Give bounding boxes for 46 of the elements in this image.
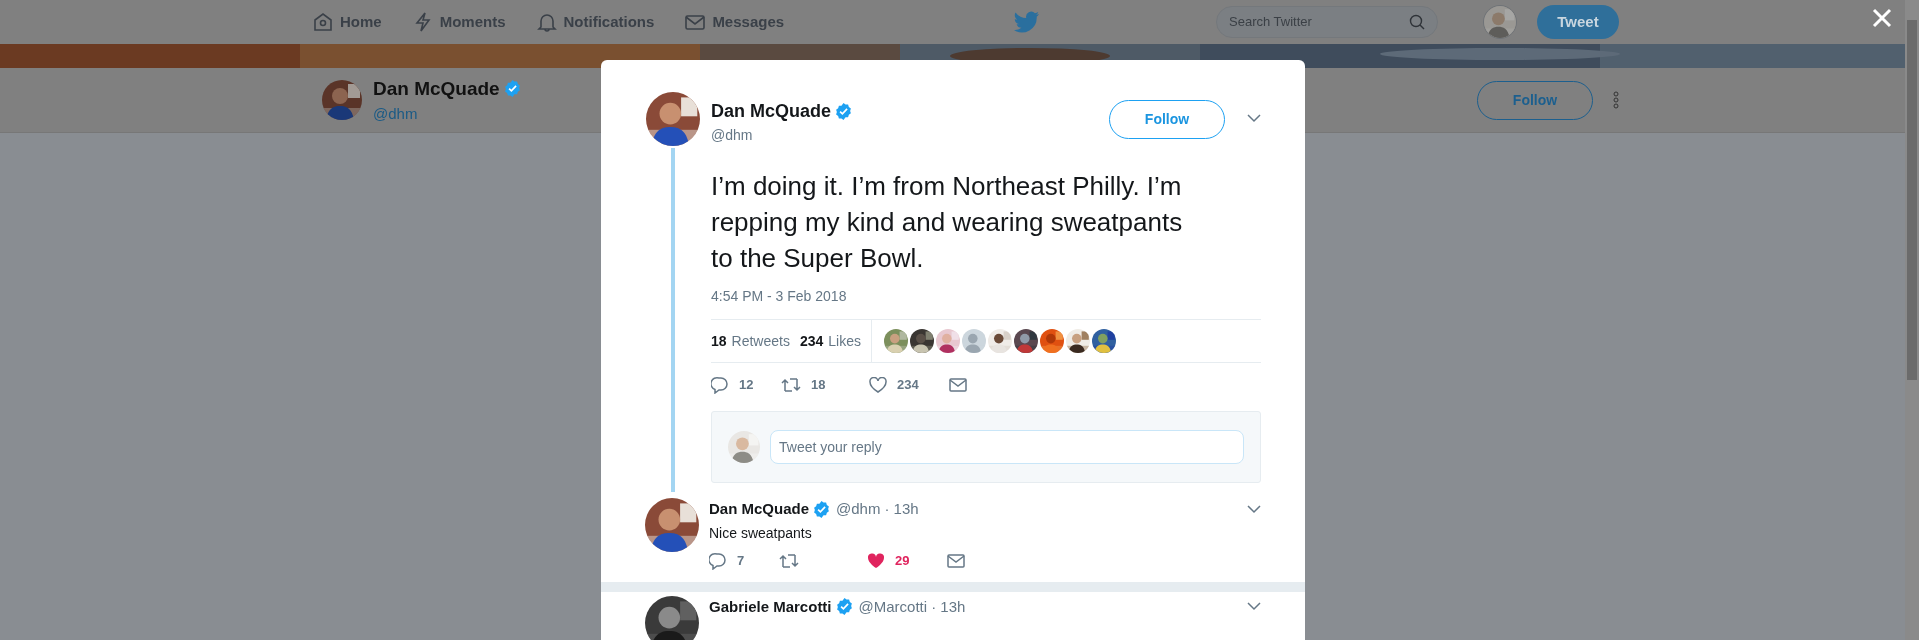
like-count[interactable]: 234 [897,375,919,395]
retweet-icon[interactable] [779,552,799,569]
stat-count[interactable]: 18 [711,330,727,352]
caret-icon[interactable] [1247,114,1261,123]
search-icon [1409,14,1425,30]
retweet-icon[interactable] [781,377,801,393]
envelope-icon[interactable] [949,378,967,392]
reply-icon[interactable] [709,551,727,570]
tweet-time[interactable]: · 13h [931,595,966,618]
caret-icon[interactable] [1247,504,1261,514]
heart-icon[interactable] [869,377,887,393]
reply-icon[interactable] [711,376,729,394]
nav-link[interactable]: Messages [684,10,785,34]
stat-count[interactable]: 234 [799,330,824,352]
tweet-time[interactable]: · 13h [884,498,919,521]
stat-label[interactable]: Retweets [731,330,790,352]
close-icon[interactable] [1872,8,1892,28]
search-field[interactable]: Search Twitter [1216,6,1438,38]
caret-icon[interactable] [1247,602,1261,612]
home-icon [312,11,334,33]
nav-link[interactable]: Moments [411,10,506,34]
retweet-count[interactable]: 18 [811,375,826,395]
envelope-icon[interactable] [947,553,965,568]
author-name[interactable]: Dan McQuade [709,498,810,521]
scrollbar[interactable] [1905,0,1919,640]
notifications-icon [535,11,558,33]
profile-name[interactable]: Dan McQuade [373,74,500,103]
more-icon[interactable] [1613,91,1619,109]
tweet-text: I’m doing it. I’m from Northeast Philly. I’m repping my kind and wearing sweatpants to the Super Bowl. [711,170,1184,275]
tweet-button[interactable]: Tweet [1537,5,1619,39]
author-name[interactable]: Gabriele Marcotti [709,595,832,618]
reply-count[interactable]: 12 [739,375,754,395]
nav-link[interactable]: Notifications [535,10,655,34]
author-handle[interactable]: @dhm [711,125,853,146]
author-name[interactable]: Dan McQuade [711,98,832,125]
nav-link[interactable]: Home [312,10,382,34]
reply-text: Nice sweatpants [709,523,813,543]
like-count[interactable]: 29 [895,550,910,571]
author-handle[interactable]: @dhm [836,498,881,521]
search-placeholder: Search Twitter [1229,13,1313,32]
author-handle[interactable]: @Marcotti [858,595,928,618]
reply-count[interactable]: 7 [737,550,745,571]
heart-icon[interactable] [867,552,885,569]
stat-label[interactable]: Likes [828,330,861,352]
reply-input[interactable]: Tweet your reply [770,430,1244,464]
tweet-timestamp[interactable]: 4:54 PM - 3 Feb 2018 [711,286,1261,307]
